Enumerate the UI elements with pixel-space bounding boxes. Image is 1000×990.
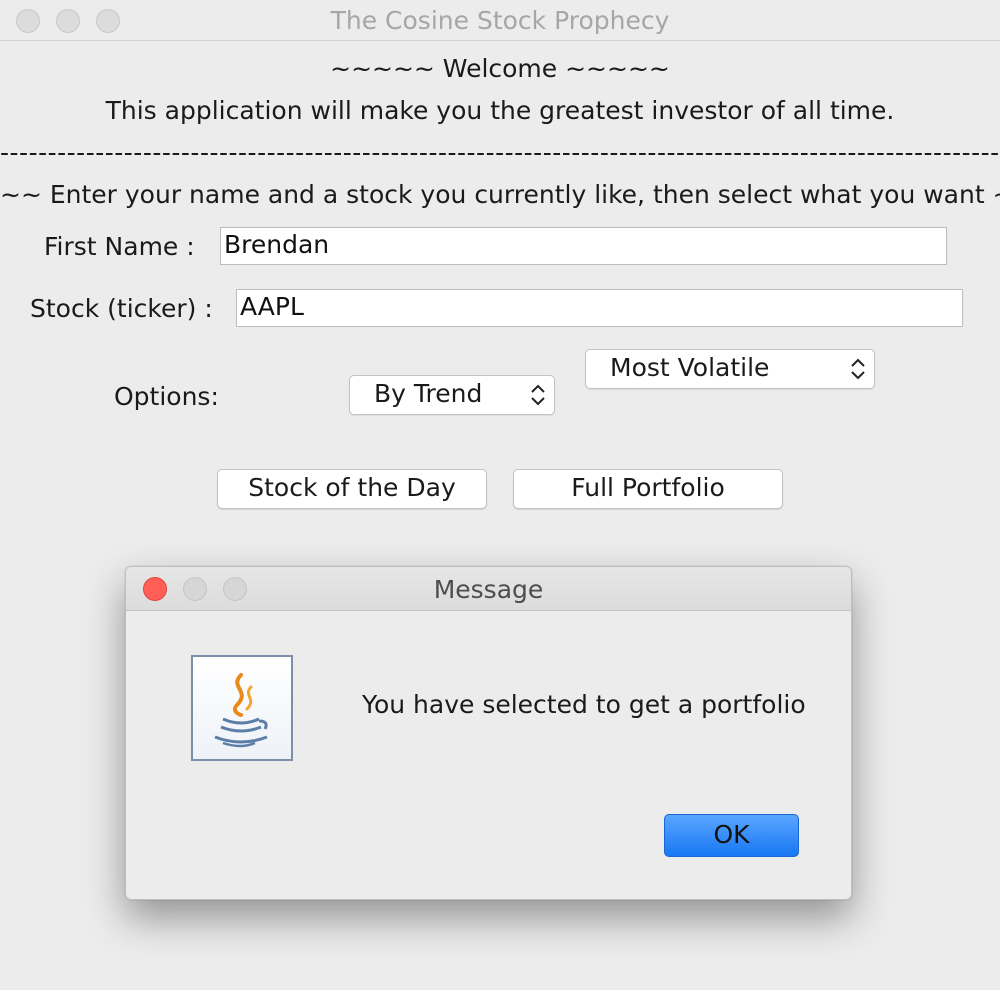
first-name-field[interactable]: Brendan bbox=[220, 227, 947, 265]
message-dialog: Message You have selected to get a portf… bbox=[125, 566, 852, 900]
volatility-select-value: Most Volatile bbox=[610, 353, 770, 382]
instructions: ~~ Enter your name and a stock you curre… bbox=[0, 180, 1000, 209]
divider: ----------------------------------------… bbox=[0, 138, 1000, 167]
full-portfolio-label: Full Portfolio bbox=[571, 473, 725, 502]
ok-button[interactable]: OK bbox=[664, 814, 799, 857]
java-icon bbox=[191, 655, 293, 761]
ok-button-label: OK bbox=[713, 820, 750, 849]
volatility-select[interactable]: Most Volatile bbox=[585, 349, 875, 389]
tagline: This application will make you the great… bbox=[105, 96, 895, 125]
options-label: Options: bbox=[114, 382, 219, 411]
first-name-label: First Name : bbox=[44, 232, 195, 261]
title-bar: The Cosine Stock Prophecy bbox=[0, 0, 1000, 41]
stock-of-the-day-button[interactable]: Stock of the Day bbox=[217, 469, 487, 509]
trend-select[interactable]: By Trend bbox=[349, 375, 555, 415]
welcome-heading: ~~~~~ Welcome ~~~~~ bbox=[330, 54, 670, 83]
dialog-message: You have selected to get a portfolio bbox=[362, 690, 806, 719]
stock-ticker-field[interactable]: AAPL bbox=[236, 289, 963, 327]
chevron-updown-icon bbox=[851, 358, 865, 380]
stock-of-the-day-label: Stock of the Day bbox=[248, 473, 456, 502]
trend-select-value: By Trend bbox=[374, 379, 483, 408]
chevron-updown-icon bbox=[531, 384, 545, 406]
full-portfolio-button[interactable]: Full Portfolio bbox=[513, 469, 783, 509]
dialog-title: Message bbox=[433, 575, 544, 604]
window-title: The Cosine Stock Prophecy bbox=[330, 6, 670, 35]
stock-ticker-label: Stock (ticker) : bbox=[30, 294, 213, 323]
dialog-title-bar: Message bbox=[126, 567, 851, 611]
